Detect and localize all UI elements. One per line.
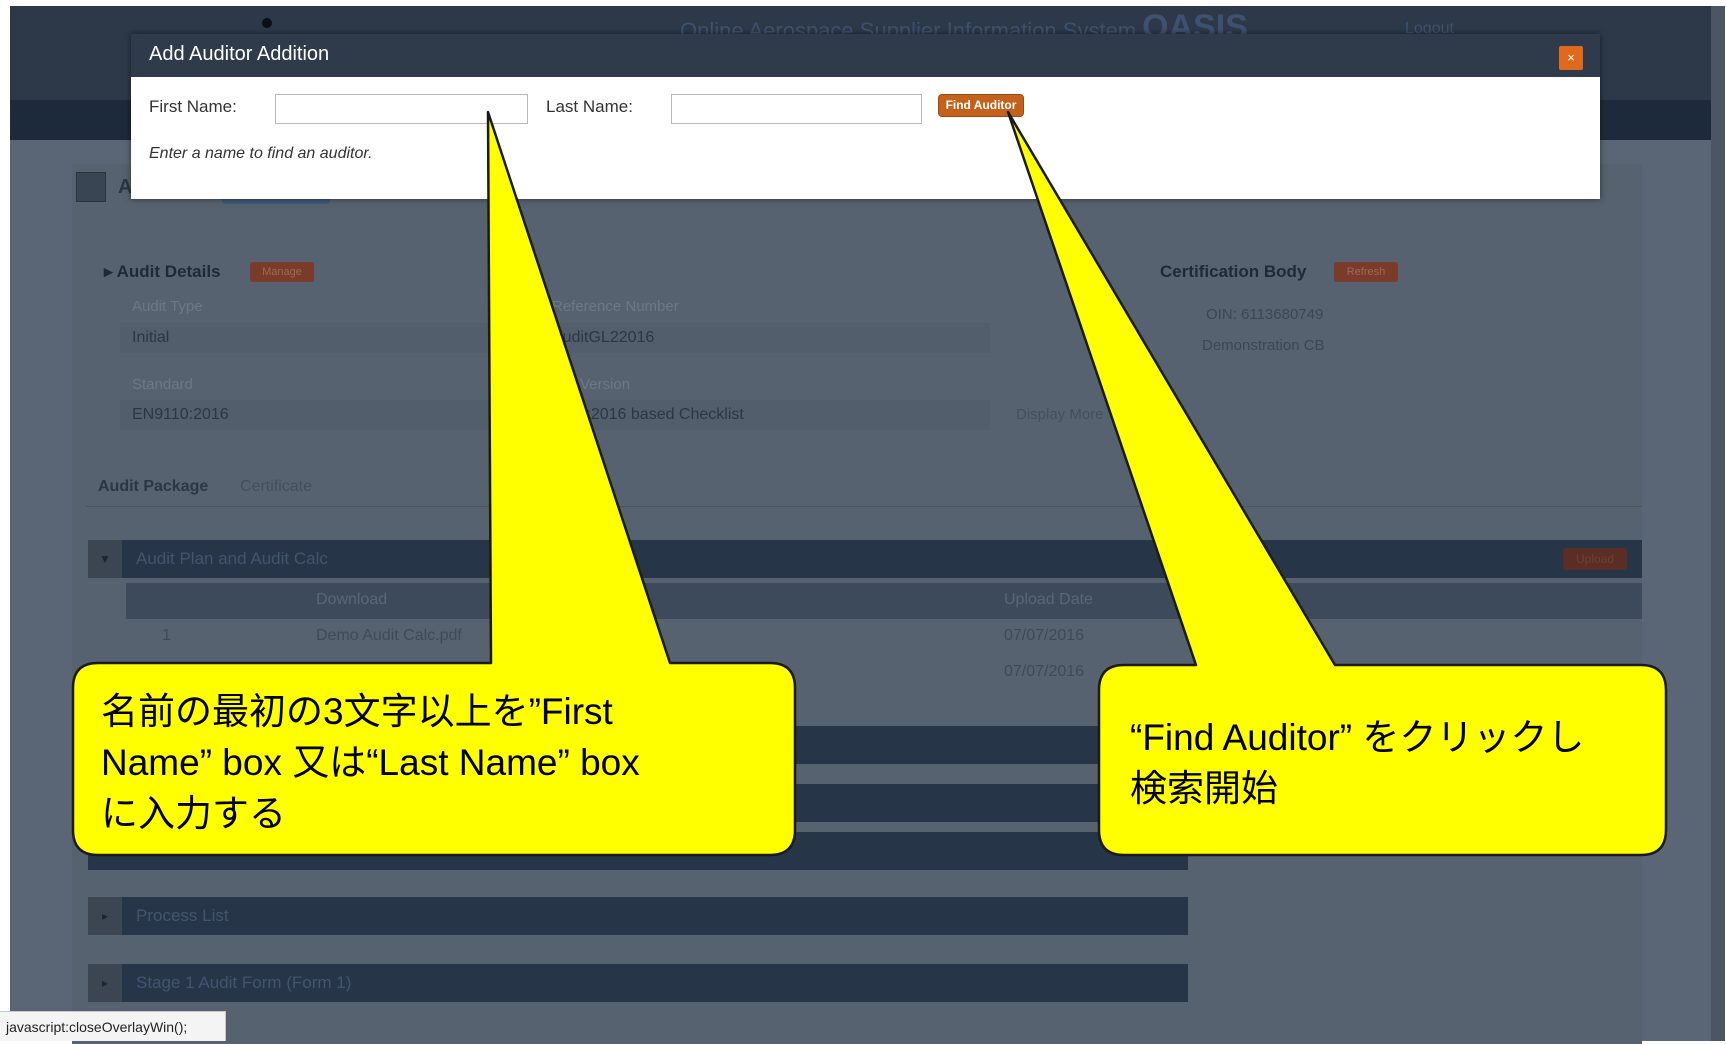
oin-value: OIN: 6113680749 [1206, 306, 1324, 323]
dialog-hint: Enter a name to find an auditor. [149, 145, 373, 162]
display-more-link[interactable]: Display More [1016, 406, 1104, 423]
dialog-header: Add Auditor Addition × [131, 34, 1600, 77]
status-bar: javascript:closeOverlayWin(); [0, 1011, 226, 1041]
logo-dot [262, 18, 272, 28]
right-callout-line-2: 検索開始 [1130, 768, 1278, 809]
first-name-label: First Name: [149, 97, 237, 116]
process-list-label: Process List [136, 906, 229, 925]
chevron-right-icon[interactable]: ▸ [88, 897, 122, 935]
left-callout-text: 名前の最初の3文字以上を”First Name” box 又は“Last Nam… [101, 686, 640, 839]
chevron-down-icon[interactable]: ▼ [88, 540, 122, 578]
manage-button[interactable]: Manage [250, 262, 314, 282]
audit-type-value: Initial [120, 323, 500, 353]
reference-number-label: Reference Number [552, 298, 679, 315]
add-auditor-dialog: Add Auditor Addition × First Name: Last … [131, 34, 1600, 199]
audit-type-label: Audit Type [132, 298, 203, 315]
tabs-divider [86, 506, 1642, 507]
version-value: 9110:2016 based Checklist [540, 400, 990, 430]
left-callout-line-1: 名前の最初の3文字以上を”First [101, 691, 613, 732]
close-icon[interactable]: × [1559, 46, 1583, 70]
find-auditor-button[interactable]: Find Auditor [938, 94, 1024, 117]
row-number: 1 [162, 627, 171, 644]
upload-button[interactable]: Upload [1563, 548, 1627, 570]
right-callout-line-1: “Find Auditor” をクリックし [1130, 717, 1585, 758]
column-upload-date: Upload Date [1004, 591, 1093, 608]
column-download: Download [316, 591, 388, 608]
last-name-input[interactable] [671, 94, 922, 124]
row-file-link[interactable]: Demo Audit Calc.pdf [316, 627, 462, 645]
row-upload-date: 07/07/2016 [1004, 663, 1085, 680]
process-list-bar[interactable]: ▸ [88, 897, 1188, 935]
audit-details-heading[interactable]: ▸ Audit Details [104, 262, 221, 282]
left-callout-line-2: Name” box 又は“Last Name” box [101, 742, 640, 783]
tab-audit-package[interactable]: Audit Package [98, 478, 208, 496]
audit-plan-label: Audit Plan and Audit Calc [136, 549, 328, 568]
left-callout-line-3: に入力する [101, 793, 286, 834]
table-row: 1 Demo Audit Calc.pdf 07/07/2016 [126, 619, 1642, 655]
table-header: Download Upload Date [126, 583, 1642, 619]
tab-certificate[interactable]: Certificate [240, 478, 312, 496]
audit-icon [76, 172, 106, 202]
stage1-label: Stage 1 Audit Form (Form 1) [136, 973, 352, 992]
audit-details-label: Audit Details [116, 262, 221, 281]
cb-name: Demonstration CB [1202, 337, 1325, 354]
version-label: Version [580, 376, 631, 393]
last-name-label: Last Name: [546, 97, 633, 116]
refresh-button[interactable]: Refresh [1334, 262, 1398, 282]
chevron-right-icon[interactable]: ▸ [88, 964, 122, 1002]
standard-label: Standard [132, 376, 193, 393]
right-callout-text: “Find Auditor” をクリックし 検索開始 [1130, 712, 1584, 814]
first-name-input[interactable] [275, 94, 528, 124]
certification-body-heading: Certification Body [1160, 262, 1307, 281]
reference-number-value: AuditGL22016 [540, 323, 990, 353]
standard-value: EN9110:2016 [120, 400, 500, 430]
page-scrollbar[interactable] [1711, 6, 1725, 1041]
dialog-title: Add Auditor Addition [149, 43, 330, 65]
row-upload-date: 07/07/2016 [1004, 627, 1085, 644]
